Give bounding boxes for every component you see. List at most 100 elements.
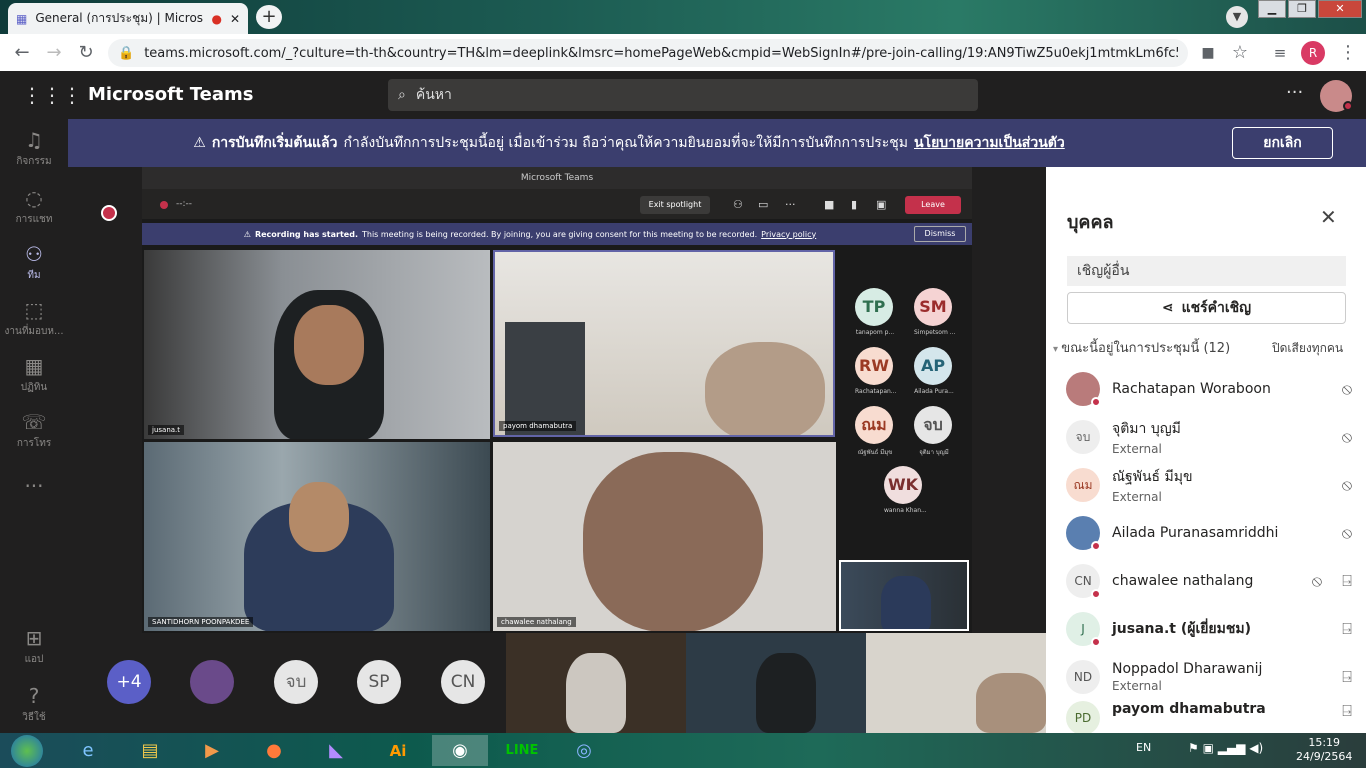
maximize-button[interactable]: ❐ bbox=[1288, 0, 1316, 18]
browser-tab[interactable]: ▦ General (การประชุม) | Microsoft Teams … bbox=[8, 3, 248, 34]
warning-icon: ⚠ bbox=[193, 135, 206, 151]
tray-icons[interactable]: ⚑ ▣ ▂▄▆ ◀) bbox=[1188, 741, 1263, 755]
reload-icon[interactable]: ↻ bbox=[74, 41, 98, 65]
system-clock[interactable]: 15:19 24/9/2564 bbox=[1296, 736, 1352, 764]
rail-item[interactable]: ⊞ แอป bbox=[0, 626, 68, 667]
recording-icon bbox=[101, 205, 117, 221]
mic-off-icon[interactable]: ⦸ bbox=[1332, 379, 1362, 399]
strip-avatar[interactable]: +4 bbox=[107, 660, 151, 704]
chevron-down-icon: ▾ bbox=[1053, 344, 1062, 355]
person-avatar: PD bbox=[1066, 701, 1100, 733]
presence-dot bbox=[1091, 589, 1101, 599]
leave-button[interactable]: Leave bbox=[905, 196, 961, 214]
bookmark-star-icon[interactable]: ☆ bbox=[1228, 41, 1252, 65]
admit-icon[interactable]: ⍈ bbox=[1332, 619, 1362, 639]
shared-participant: ณม ณัฐพันธ์ มีมุข bbox=[855, 406, 895, 457]
more-options-icon[interactable]: ··· bbox=[1286, 82, 1303, 103]
tab-close-icon[interactable]: ✕ bbox=[230, 12, 240, 26]
admit-icon[interactable]: ⍈ bbox=[1332, 701, 1362, 721]
invite-input[interactable]: เชิญผู้อื่น bbox=[1067, 256, 1346, 286]
clock-date: 24/9/2564 bbox=[1296, 750, 1353, 763]
participants-icon[interactable]: ⚇ bbox=[733, 198, 743, 211]
firefox-icon[interactable]: ● bbox=[246, 735, 302, 766]
banner-bold: การบันทึกเริ่มต้นแล้ว bbox=[211, 135, 338, 151]
settings-app-icon[interactable]: ◎ bbox=[556, 735, 612, 766]
person-row[interactable]: ณม ณัฐพันธ์ มีมุข External ⦸ bbox=[1062, 461, 1362, 509]
panel-title: บุคคล bbox=[1067, 212, 1114, 233]
mic-off-icon[interactable]: ⦸ bbox=[1332, 427, 1362, 447]
chat-icon[interactable]: ▭ bbox=[758, 198, 768, 211]
tab-title: General (การประชุม) | Microsoft Teams bbox=[35, 11, 204, 25]
close-window-button[interactable]: ✕ bbox=[1318, 0, 1362, 18]
person-row[interactable]: Ailada Puranasamriddhi ⦸ bbox=[1062, 509, 1362, 557]
person-name: Rachatapan Woraboon bbox=[1112, 381, 1271, 397]
close-icon[interactable]: ✕ bbox=[1320, 205, 1337, 229]
illustrator-icon[interactable]: Ai bbox=[370, 735, 426, 766]
camera-icon[interactable]: ■ bbox=[824, 198, 834, 211]
chrome-icon[interactable]: ◉ bbox=[432, 735, 488, 766]
person-avatar: จบ bbox=[1066, 420, 1100, 454]
rail-item[interactable]: ☏ การโทร bbox=[0, 410, 68, 451]
rail-label: การแชท bbox=[15, 214, 53, 225]
participant-avatar: TP bbox=[855, 288, 893, 326]
strip-video bbox=[686, 633, 866, 733]
share-tray-icon[interactable]: ▣ bbox=[876, 198, 886, 211]
rail-item[interactable]: ··· bbox=[0, 474, 68, 500]
back-icon[interactable]: ← bbox=[10, 41, 34, 65]
in-meeting-header[interactable]: ▾ ขณะนี้อยู่ในการประชุมนี้ (12) bbox=[1053, 337, 1230, 358]
search-input[interactable]: ⌕ ค้นหา bbox=[388, 79, 978, 111]
chrome-menu-icon[interactable]: ⋮ bbox=[1336, 41, 1360, 65]
mute-all-button[interactable]: ปิดเสียงทุกคน bbox=[1272, 339, 1343, 358]
person-row[interactable]: Rachatapan Woraboon ⦸ bbox=[1062, 365, 1362, 413]
media-control-icon[interactable]: ≡ bbox=[1268, 41, 1292, 65]
camera-blocked-icon[interactable]: ■ bbox=[1196, 41, 1220, 65]
file-explorer-icon[interactable]: ▤ bbox=[122, 735, 178, 766]
participant-photo[interactable] bbox=[190, 660, 234, 704]
person-text: จุติมา บุญมี External bbox=[1112, 418, 1332, 456]
new-tab-button[interactable]: + bbox=[256, 5, 282, 29]
media-player-icon[interactable]: ▶ bbox=[184, 735, 240, 766]
rail-item[interactable]: ⬚ งานที่มอบห... bbox=[0, 298, 68, 339]
rail-item[interactable]: ♫ กิจกรรม bbox=[0, 128, 68, 169]
mic-icon[interactable]: ▮ bbox=[851, 198, 857, 211]
rail-item[interactable]: ▦ ปฏิทิน bbox=[0, 354, 68, 395]
strip-avatar[interactable]: CN bbox=[441, 660, 485, 704]
participant-label: wanna Khan... bbox=[884, 507, 927, 514]
person-row[interactable]: CN chawalee nathalang ⦸ ⍈ bbox=[1062, 557, 1362, 605]
person-text: ณัฐพันธ์ มีมุข External bbox=[1112, 466, 1332, 504]
privacy-policy-link[interactable]: นโยบายความเป็นส่วนตัว bbox=[914, 132, 1065, 154]
rail-item[interactable]: ⚇ ทีม bbox=[0, 242, 68, 283]
person-row[interactable]: Jjusana.t (ผู้เยี่ยมชม) ⍈ bbox=[1062, 605, 1362, 653]
chrome-profile-dropdown-icon[interactable]: ▼ bbox=[1226, 6, 1248, 28]
person-initials: ณม bbox=[1073, 478, 1093, 492]
strip-avatar[interactable]: จบ bbox=[274, 660, 318, 704]
rail-item[interactable]: ? วิธีใช้ bbox=[0, 684, 68, 725]
rail-item[interactable]: ◌ การแชท bbox=[0, 186, 68, 227]
language-indicator[interactable]: EN bbox=[1136, 741, 1151, 754]
shared-banner-text: This meeting is being recorded. By joini… bbox=[361, 229, 758, 239]
person-row[interactable]: จบ จุติมา บุญมี External ⦸ bbox=[1062, 413, 1362, 461]
ie-icon[interactable]: e bbox=[60, 735, 116, 766]
mic-off-icon[interactable]: ⦸ bbox=[1332, 523, 1362, 543]
line-icon[interactable]: LINE bbox=[494, 735, 550, 766]
mic-off-icon[interactable]: ⦸ bbox=[1302, 571, 1332, 591]
admit-icon[interactable]: ⍈ bbox=[1332, 571, 1362, 591]
mic-off-icon[interactable]: ⦸ bbox=[1332, 475, 1362, 495]
calendar-icon: ▦ bbox=[24, 354, 44, 378]
minimize-button[interactable]: ▁ bbox=[1258, 0, 1286, 18]
address-bar[interactable]: 🔒 teams.microsoft.com/_?culture=th-th&co… bbox=[108, 39, 1188, 67]
more-actions-icon[interactable]: ··· bbox=[785, 198, 796, 211]
app-launcher-icon[interactable]: ⋮⋮⋮ bbox=[22, 82, 82, 108]
rail-label: การโทร bbox=[16, 438, 52, 449]
admit-icon[interactable]: ⍈ bbox=[1332, 667, 1362, 687]
share-invite-button[interactable]: ⋖ แชร์คำเชิญ bbox=[1067, 292, 1346, 324]
cancel-button[interactable]: ยกเลิก bbox=[1232, 127, 1333, 159]
visual-studio-icon[interactable]: ◣ bbox=[308, 735, 364, 766]
start-button[interactable] bbox=[2, 734, 52, 767]
exit-spotlight-button[interactable]: Exit spotlight bbox=[640, 196, 710, 214]
person-row[interactable]: PD payom dhamabutra ⍈ bbox=[1062, 701, 1362, 733]
person-row[interactable]: ND Noppadol Dharawanij External ⍈ bbox=[1062, 653, 1362, 701]
strip-avatar[interactable]: SP bbox=[357, 660, 401, 704]
profile-avatar[interactable]: R bbox=[1301, 41, 1325, 65]
forward-icon[interactable]: → bbox=[42, 41, 66, 65]
